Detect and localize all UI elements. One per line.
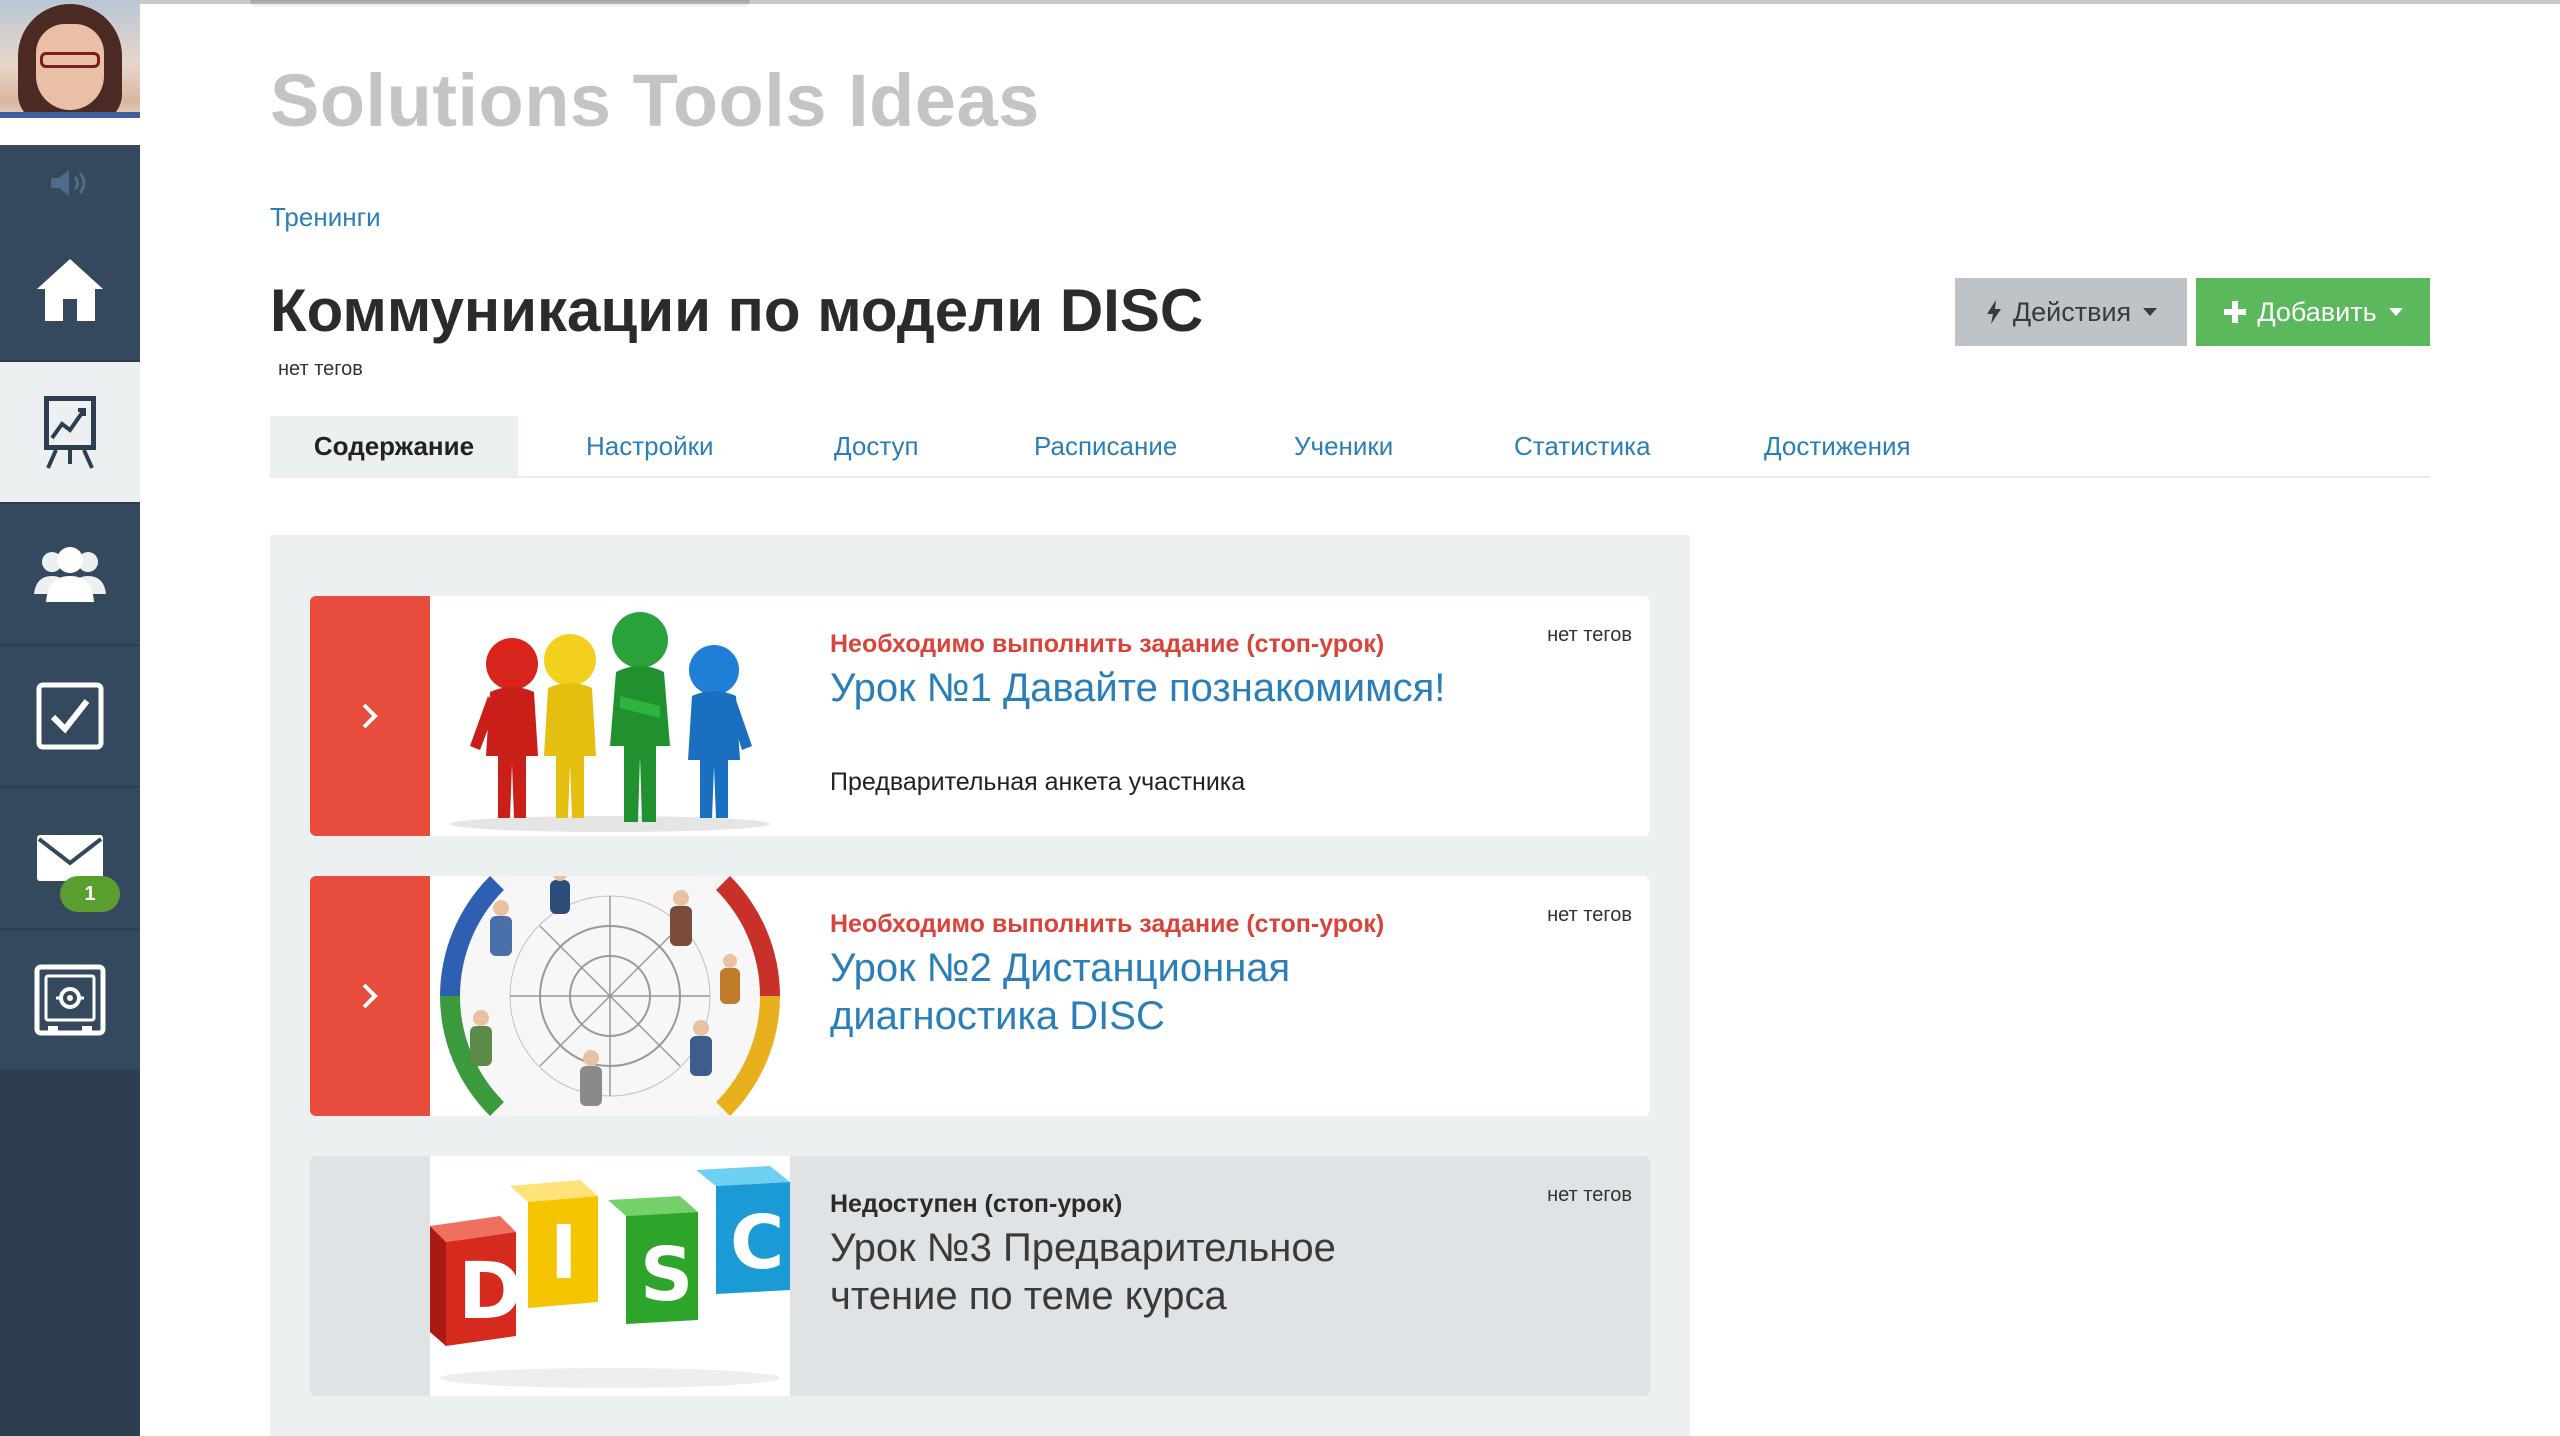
sound-toggle[interactable] — [0, 145, 140, 220]
chevron-down-icon — [2388, 308, 2403, 316]
lightning-icon — [1986, 300, 2001, 324]
tab-access[interactable]: Доступ — [834, 416, 919, 476]
lesson-card-2[interactable]: Необходимо выполнить задание (стоп-урок)… — [310, 876, 1650, 1116]
speaker-icon — [51, 169, 86, 196]
lesson-thumbnail: D I S C — [430, 1156, 790, 1396]
sidebar: 1 — [0, 0, 140, 1436]
add-button-label: Добавить — [2257, 296, 2377, 327]
tasks-checkbox-icon — [36, 682, 104, 750]
trainings-chart-icon — [44, 396, 96, 469]
actions-button-label: Действия — [2012, 296, 2132, 327]
lesson-thumbnail — [430, 596, 790, 836]
sidebar-item-trainings[interactable] — [0, 362, 140, 504]
avatar[interactable] — [0, 0, 140, 145]
lesson-thumbnail — [430, 876, 790, 1116]
tab-statistics[interactable]: Статистика — [1514, 416, 1651, 476]
lesson-status: Необходимо выполнить задание (стоп-урок) — [830, 910, 1385, 938]
page-title: Коммуникации по модели DISC — [270, 277, 1204, 344]
add-button[interactable]: Добавить — [2196, 278, 2430, 346]
lesson-locked-column — [310, 1156, 430, 1396]
mail-unread-badge: 1 — [60, 876, 120, 912]
lesson-tags: нет тегов — [1547, 624, 1632, 646]
lesson-tags: нет тегов — [1547, 904, 1632, 926]
avatar-glasses — [40, 52, 100, 68]
tab-achievements[interactable]: Достижения — [1764, 416, 1911, 476]
site-title: Solutions Tools Ideas — [270, 59, 1040, 142]
tab-students[interactable]: Ученики — [1294, 416, 1393, 476]
avatar-shirt — [0, 112, 140, 145]
lesson-title-link[interactable]: Урок №1 Давайте познакомимся! — [830, 664, 1470, 712]
users-icon — [34, 547, 106, 602]
page-tags: нет тегов — [278, 358, 363, 380]
sidebar-item-mail[interactable]: 1 — [0, 788, 140, 930]
tab-schedule[interactable]: Расписание — [1034, 416, 1177, 476]
lesson-title-link[interactable]: Урок №2 Дистанционная диагностика DISC — [830, 944, 1470, 1040]
tab-settings[interactable]: Настройки — [586, 416, 714, 476]
disc-wheel-image — [440, 876, 780, 1116]
sidebar-item-home[interactable] — [0, 220, 140, 362]
lesson-card-3: D I S C Недоступен (стоп-урок) Урок №3 П… — [310, 1156, 1650, 1396]
cube-letter-s: S — [640, 1232, 693, 1318]
lesson-card-1[interactable]: Необходимо выполнить задание (стоп-урок)… — [310, 596, 1650, 836]
cube-letter-i: I — [550, 1210, 578, 1296]
sidebar-item-safe[interactable] — [0, 930, 140, 1072]
chevron-right-icon — [362, 983, 378, 1009]
top-shadow — [250, 0, 750, 8]
sidebar-item-users[interactable] — [0, 504, 140, 646]
lesson-status: Необходимо выполнить задание (стоп-урок) — [830, 630, 1385, 658]
lesson-description: Предварительная анкета участника — [830, 768, 1246, 796]
sidebar-item-tasks[interactable] — [0, 646, 140, 788]
safe-icon — [34, 964, 106, 1036]
team-figures-image — [450, 612, 770, 832]
lesson-expand-toggle[interactable] — [310, 876, 430, 1116]
cube-letter-c: C — [730, 1200, 784, 1286]
home-icon — [37, 259, 103, 321]
lesson-status: Недоступен (стоп-урок) — [830, 1190, 1123, 1218]
plus-icon — [2224, 301, 2247, 323]
tab-content[interactable]: Содержание — [270, 416, 518, 476]
lesson-expand-toggle[interactable] — [310, 596, 430, 836]
chevron-right-icon — [362, 703, 378, 729]
chevron-down-icon — [2143, 308, 2158, 316]
lesson-tags: нет тегов — [1547, 1184, 1632, 1206]
lesson-title: Урок №3 Предварительное чтение по теме к… — [830, 1226, 1336, 1318]
sidebar-empty-area — [0, 1070, 140, 1436]
tab-bar: Содержание Настройки Доступ Расписание У… — [270, 416, 2430, 478]
actions-button[interactable]: Действия — [1955, 278, 2187, 346]
cube-letter-d: D — [458, 1247, 523, 1337]
breadcrumb-trainings[interactable]: Тренинги — [270, 202, 381, 233]
disc-cubes-image: D I S C — [430, 1156, 790, 1396]
